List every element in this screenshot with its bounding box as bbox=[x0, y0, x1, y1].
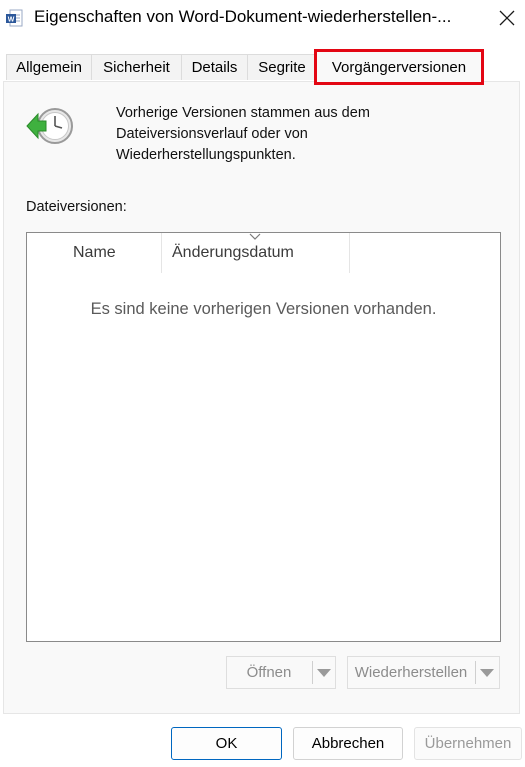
tab-bar: Allgemein Sicherheit Details Segrite Vor… bbox=[0, 49, 525, 85]
tab-vorgaengerversionen[interactable]: Vorgängerversionen bbox=[314, 49, 484, 85]
file-versions-list[interactable]: Name Änderungsdatum Es sind keine vorher… bbox=[26, 232, 501, 642]
tab-segrite[interactable]: Segrite bbox=[247, 54, 317, 80]
restore-button-label: Wiederherstellen bbox=[354, 664, 468, 681]
close-button[interactable] bbox=[492, 4, 522, 32]
tab-allgemein[interactable]: Allgemein bbox=[6, 54, 92, 80]
column-divider[interactable] bbox=[349, 233, 350, 273]
file-versions-label: Dateiversionen: bbox=[26, 199, 127, 215]
chevron-down-icon[interactable] bbox=[317, 669, 331, 677]
empty-list-message: Es sind keine vorherigen Versionen vorha… bbox=[90, 300, 437, 318]
ok-button[interactable]: OK bbox=[171, 727, 282, 760]
tab-details[interactable]: Details bbox=[181, 54, 248, 80]
description-text: Vorherige Versionen stammen aus dem Date… bbox=[116, 105, 370, 163]
cancel-button[interactable]: Abbrechen bbox=[293, 727, 403, 760]
column-divider[interactable] bbox=[161, 233, 162, 273]
apply-button[interactable]: Übernehmen bbox=[414, 727, 522, 760]
svg-text:W: W bbox=[8, 17, 15, 24]
chevron-down-icon[interactable] bbox=[480, 669, 494, 677]
word-document-icon: W bbox=[6, 9, 23, 27]
split-separator bbox=[312, 661, 313, 684]
title-bar: W Eigenschaften von Word-Dokument-wieder… bbox=[0, 0, 525, 36]
tab-sicherheit[interactable]: Sicherheit bbox=[91, 54, 182, 80]
open-button-label: Öffnen bbox=[246, 664, 292, 681]
column-header-modified-date[interactable]: Änderungsdatum bbox=[172, 233, 294, 273]
open-split-button[interactable]: Öffnen bbox=[226, 656, 336, 689]
restore-split-button[interactable]: Wiederherstellen bbox=[347, 656, 500, 689]
close-icon bbox=[499, 10, 515, 26]
split-separator bbox=[475, 661, 476, 684]
window-title: Eigenschaften von Word-Dokument-wiederhe… bbox=[34, 7, 452, 26]
history-clock-icon bbox=[26, 108, 73, 144]
column-header-name[interactable]: Name bbox=[73, 233, 116, 273]
